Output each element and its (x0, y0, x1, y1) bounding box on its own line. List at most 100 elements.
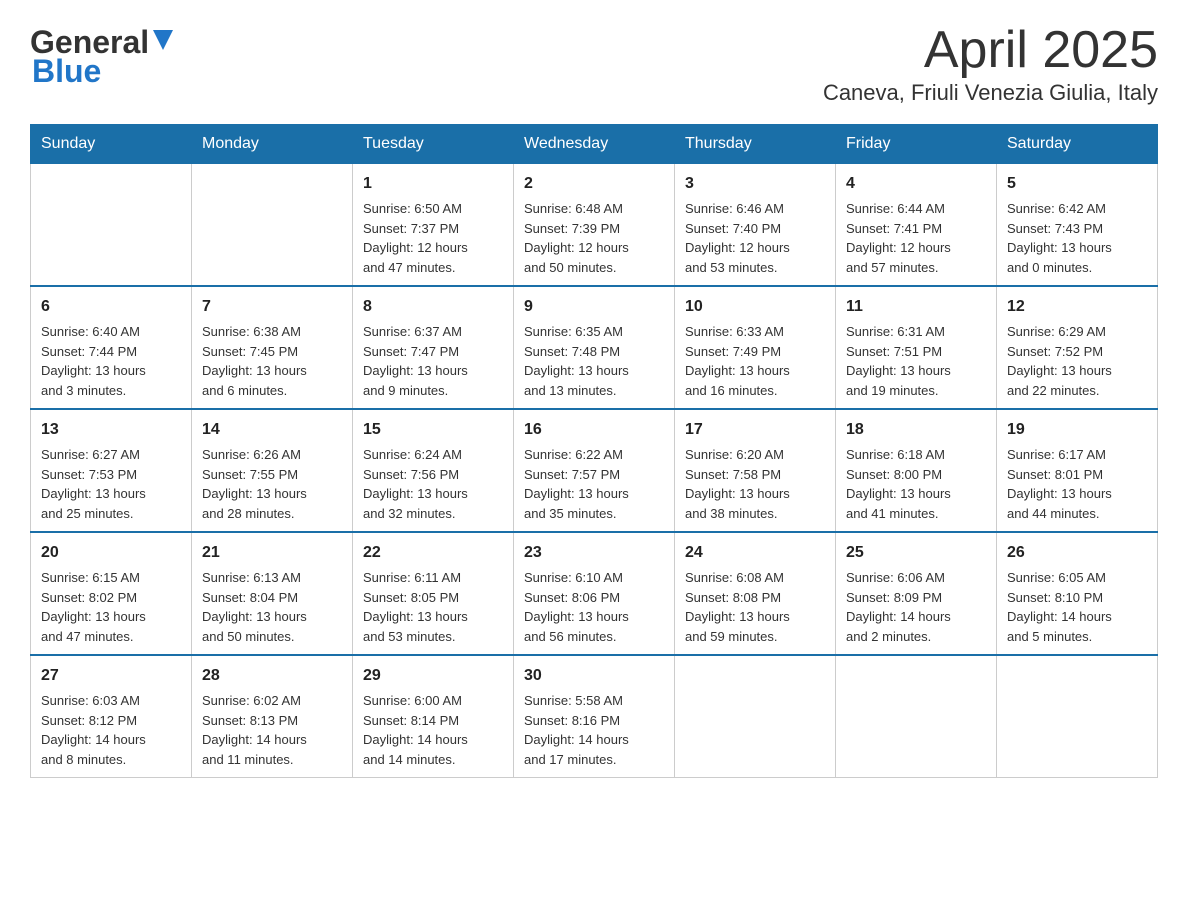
day-number: 20 (41, 541, 181, 565)
day-number: 16 (524, 418, 664, 442)
day-info: Sunrise: 6:00 AM Sunset: 8:14 PM Dayligh… (363, 691, 503, 769)
calendar-cell-w2-d6: 11 Sunrise: 6:31 AM Sunset: 7:51 PM Dayli… (836, 286, 997, 409)
calendar-cell-w2-d7: 12Sunrise: 6:29 AM Sunset: 7:52 PM Dayli… (997, 286, 1158, 409)
calendar-cell-w3-d1: 13 Sunrise: 6:27 AM Sunset: 7:53 PM Dayli… (31, 409, 192, 532)
calendar-cell-w3-d7: 19Sunrise: 6:17 AM Sunset: 8:01 PM Dayli… (997, 409, 1158, 532)
day-info: Sunrise: 6:35 AM Sunset: 7:48 PM Dayligh… (524, 322, 664, 400)
day-info: Sunrise: 6:46 AM Sunset: 7:40 PM Dayligh… (685, 199, 825, 277)
day-info: Sunrise: 6:26 AM Sunset: 7:55 PM Dayligh… (202, 445, 342, 523)
day-number: 22 (363, 541, 503, 565)
day-info: Sunrise: 6:24 AM Sunset: 7:56 PM Dayligh… (363, 445, 503, 523)
location-subtitle: Caneva, Friuli Venezia Giulia, Italy (823, 80, 1158, 106)
calendar-cell-w1-d7: 5 Sunrise: 6:42 AM Sunset: 7:43 PM Daylig… (997, 164, 1158, 287)
calendar-cell-w2-d5: 10 Sunrise: 6:33 AM Sunset: 7:49 PM Dayli… (675, 286, 836, 409)
calendar-cell-w5-d2: 28 Sunrise: 6:02 AM Sunset: 8:13 PM Dayli… (192, 655, 353, 778)
header-saturday: Saturday (997, 125, 1158, 164)
day-number: 18 (846, 418, 986, 442)
calendar-cell-w1-d5: 3 Sunrise: 6:46 AM Sunset: 7:40 PM Daylig… (675, 164, 836, 287)
day-number: 26 (1007, 541, 1147, 565)
calendar-week-1: 1Sunrise: 6:50 AM Sunset: 7:37 PM Daylig… (31, 164, 1158, 287)
header-friday: Friday (836, 125, 997, 164)
day-number: 17 (685, 418, 825, 442)
calendar-header-row: Sunday Monday Tuesday Wednesday Thursday… (31, 125, 1158, 164)
day-number: 27 (41, 664, 181, 688)
calendar-cell-w4-d1: 20 Sunrise: 6:15 AM Sunset: 8:02 PM Dayli… (31, 532, 192, 655)
day-info: Sunrise: 6:18 AM Sunset: 8:00 PM Dayligh… (846, 445, 986, 523)
calendar-cell-w3-d5: 17Sunrise: 6:20 AM Sunset: 7:58 PM Dayli… (675, 409, 836, 532)
day-number: 21 (202, 541, 342, 565)
calendar-cell-w4-d7: 26 Sunrise: 6:05 AM Sunset: 8:10 PM Dayli… (997, 532, 1158, 655)
day-number: 28 (202, 664, 342, 688)
day-number: 14 (202, 418, 342, 442)
calendar-cell-w1-d3: 1Sunrise: 6:50 AM Sunset: 7:37 PM Daylig… (353, 164, 514, 287)
header-thursday: Thursday (675, 125, 836, 164)
logo-blue: Blue (32, 53, 101, 90)
header-sunday: Sunday (31, 125, 192, 164)
day-info: Sunrise: 6:42 AM Sunset: 7:43 PM Dayligh… (1007, 199, 1147, 277)
header-wednesday: Wednesday (514, 125, 675, 164)
calendar-cell-w3-d6: 18 Sunrise: 6:18 AM Sunset: 8:00 PM Dayli… (836, 409, 997, 532)
day-info: Sunrise: 6:40 AM Sunset: 7:44 PM Dayligh… (41, 322, 181, 400)
day-number: 7 (202, 295, 342, 319)
day-info: Sunrise: 6:38 AM Sunset: 7:45 PM Dayligh… (202, 322, 342, 400)
calendar-cell-w4-d2: 21Sunrise: 6:13 AM Sunset: 8:04 PM Dayli… (192, 532, 353, 655)
calendar-week-4: 20 Sunrise: 6:15 AM Sunset: 8:02 PM Dayli… (31, 532, 1158, 655)
month-year-title: April 2025 (823, 24, 1158, 76)
day-number: 29 (363, 664, 503, 688)
calendar-table: Sunday Monday Tuesday Wednesday Thursday… (30, 124, 1158, 778)
day-info: Sunrise: 5:58 AM Sunset: 8:16 PM Dayligh… (524, 691, 664, 769)
calendar-cell-w4-d5: 24Sunrise: 6:08 AM Sunset: 8:08 PM Dayli… (675, 532, 836, 655)
calendar-cell-w4-d6: 25 Sunrise: 6:06 AM Sunset: 8:09 PM Dayli… (836, 532, 997, 655)
day-number: 8 (363, 295, 503, 319)
day-info: Sunrise: 6:22 AM Sunset: 7:57 PM Dayligh… (524, 445, 664, 523)
day-number: 13 (41, 418, 181, 442)
day-number: 11 (846, 295, 986, 319)
calendar-cell-w3-d4: 16 Sunrise: 6:22 AM Sunset: 7:57 PM Dayli… (514, 409, 675, 532)
day-number: 4 (846, 172, 986, 196)
day-info: Sunrise: 6:50 AM Sunset: 7:37 PM Dayligh… (363, 199, 503, 277)
day-info: Sunrise: 6:15 AM Sunset: 8:02 PM Dayligh… (41, 568, 181, 646)
day-number: 2 (524, 172, 664, 196)
day-number: 3 (685, 172, 825, 196)
calendar-cell-w4-d3: 22Sunrise: 6:11 AM Sunset: 8:05 PM Dayli… (353, 532, 514, 655)
day-info: Sunrise: 6:06 AM Sunset: 8:09 PM Dayligh… (846, 568, 986, 646)
title-block: April 2025 Caneva, Friuli Venezia Giulia… (823, 24, 1158, 106)
calendar-cell-w1-d1 (31, 164, 192, 287)
calendar-cell-w1-d2 (192, 164, 353, 287)
day-info: Sunrise: 6:05 AM Sunset: 8:10 PM Dayligh… (1007, 568, 1147, 646)
calendar-cell-w2-d3: 8 Sunrise: 6:37 AM Sunset: 7:47 PM Daylig… (353, 286, 514, 409)
day-info: Sunrise: 6:33 AM Sunset: 7:49 PM Dayligh… (685, 322, 825, 400)
day-info: Sunrise: 6:27 AM Sunset: 7:53 PM Dayligh… (41, 445, 181, 523)
calendar-week-5: 27 Sunrise: 6:03 AM Sunset: 8:12 PM Dayli… (31, 655, 1158, 778)
calendar-cell-w5-d1: 27 Sunrise: 6:03 AM Sunset: 8:12 PM Dayli… (31, 655, 192, 778)
header-tuesday: Tuesday (353, 125, 514, 164)
calendar-cell-w2-d2: 7 Sunrise: 6:38 AM Sunset: 7:45 PM Daylig… (192, 286, 353, 409)
calendar-cell-w3-d3: 15Sunrise: 6:24 AM Sunset: 7:56 PM Dayli… (353, 409, 514, 532)
day-info: Sunrise: 6:29 AM Sunset: 7:52 PM Dayligh… (1007, 322, 1147, 400)
day-number: 19 (1007, 418, 1147, 442)
calendar-cell-w4-d4: 23 Sunrise: 6:10 AM Sunset: 8:06 PM Dayli… (514, 532, 675, 655)
calendar-cell-w3-d2: 14 Sunrise: 6:26 AM Sunset: 7:55 PM Dayli… (192, 409, 353, 532)
logo: General Blue (30, 24, 177, 90)
calendar-cell-w5-d6 (836, 655, 997, 778)
calendar-cell-w5-d4: 30 Sunrise: 5:58 AM Sunset: 8:16 PM Dayli… (514, 655, 675, 778)
day-number: 10 (685, 295, 825, 319)
calendar-cell-w5-d5 (675, 655, 836, 778)
day-info: Sunrise: 6:31 AM Sunset: 7:51 PM Dayligh… (846, 322, 986, 400)
calendar-cell-w5-d3: 29 Sunrise: 6:00 AM Sunset: 8:14 PM Dayli… (353, 655, 514, 778)
day-number: 5 (1007, 172, 1147, 196)
calendar-week-3: 13 Sunrise: 6:27 AM Sunset: 7:53 PM Dayli… (31, 409, 1158, 532)
day-number: 23 (524, 541, 664, 565)
day-info: Sunrise: 6:03 AM Sunset: 8:12 PM Dayligh… (41, 691, 181, 769)
calendar-cell-w1-d4: 2Sunrise: 6:48 AM Sunset: 7:39 PM Daylig… (514, 164, 675, 287)
day-info: Sunrise: 6:10 AM Sunset: 8:06 PM Dayligh… (524, 568, 664, 646)
day-info: Sunrise: 6:08 AM Sunset: 8:08 PM Dayligh… (685, 568, 825, 646)
page-header: General Blue April 2025 Caneva, Friuli V… (30, 24, 1158, 106)
day-info: Sunrise: 6:02 AM Sunset: 8:13 PM Dayligh… (202, 691, 342, 769)
day-info: Sunrise: 6:37 AM Sunset: 7:47 PM Dayligh… (363, 322, 503, 400)
calendar-cell-w1-d6: 4 Sunrise: 6:44 AM Sunset: 7:41 PM Daylig… (836, 164, 997, 287)
day-number: 30 (524, 664, 664, 688)
day-info: Sunrise: 6:44 AM Sunset: 7:41 PM Dayligh… (846, 199, 986, 277)
day-number: 25 (846, 541, 986, 565)
calendar-cell-w2-d1: 6Sunrise: 6:40 AM Sunset: 7:44 PM Daylig… (31, 286, 192, 409)
